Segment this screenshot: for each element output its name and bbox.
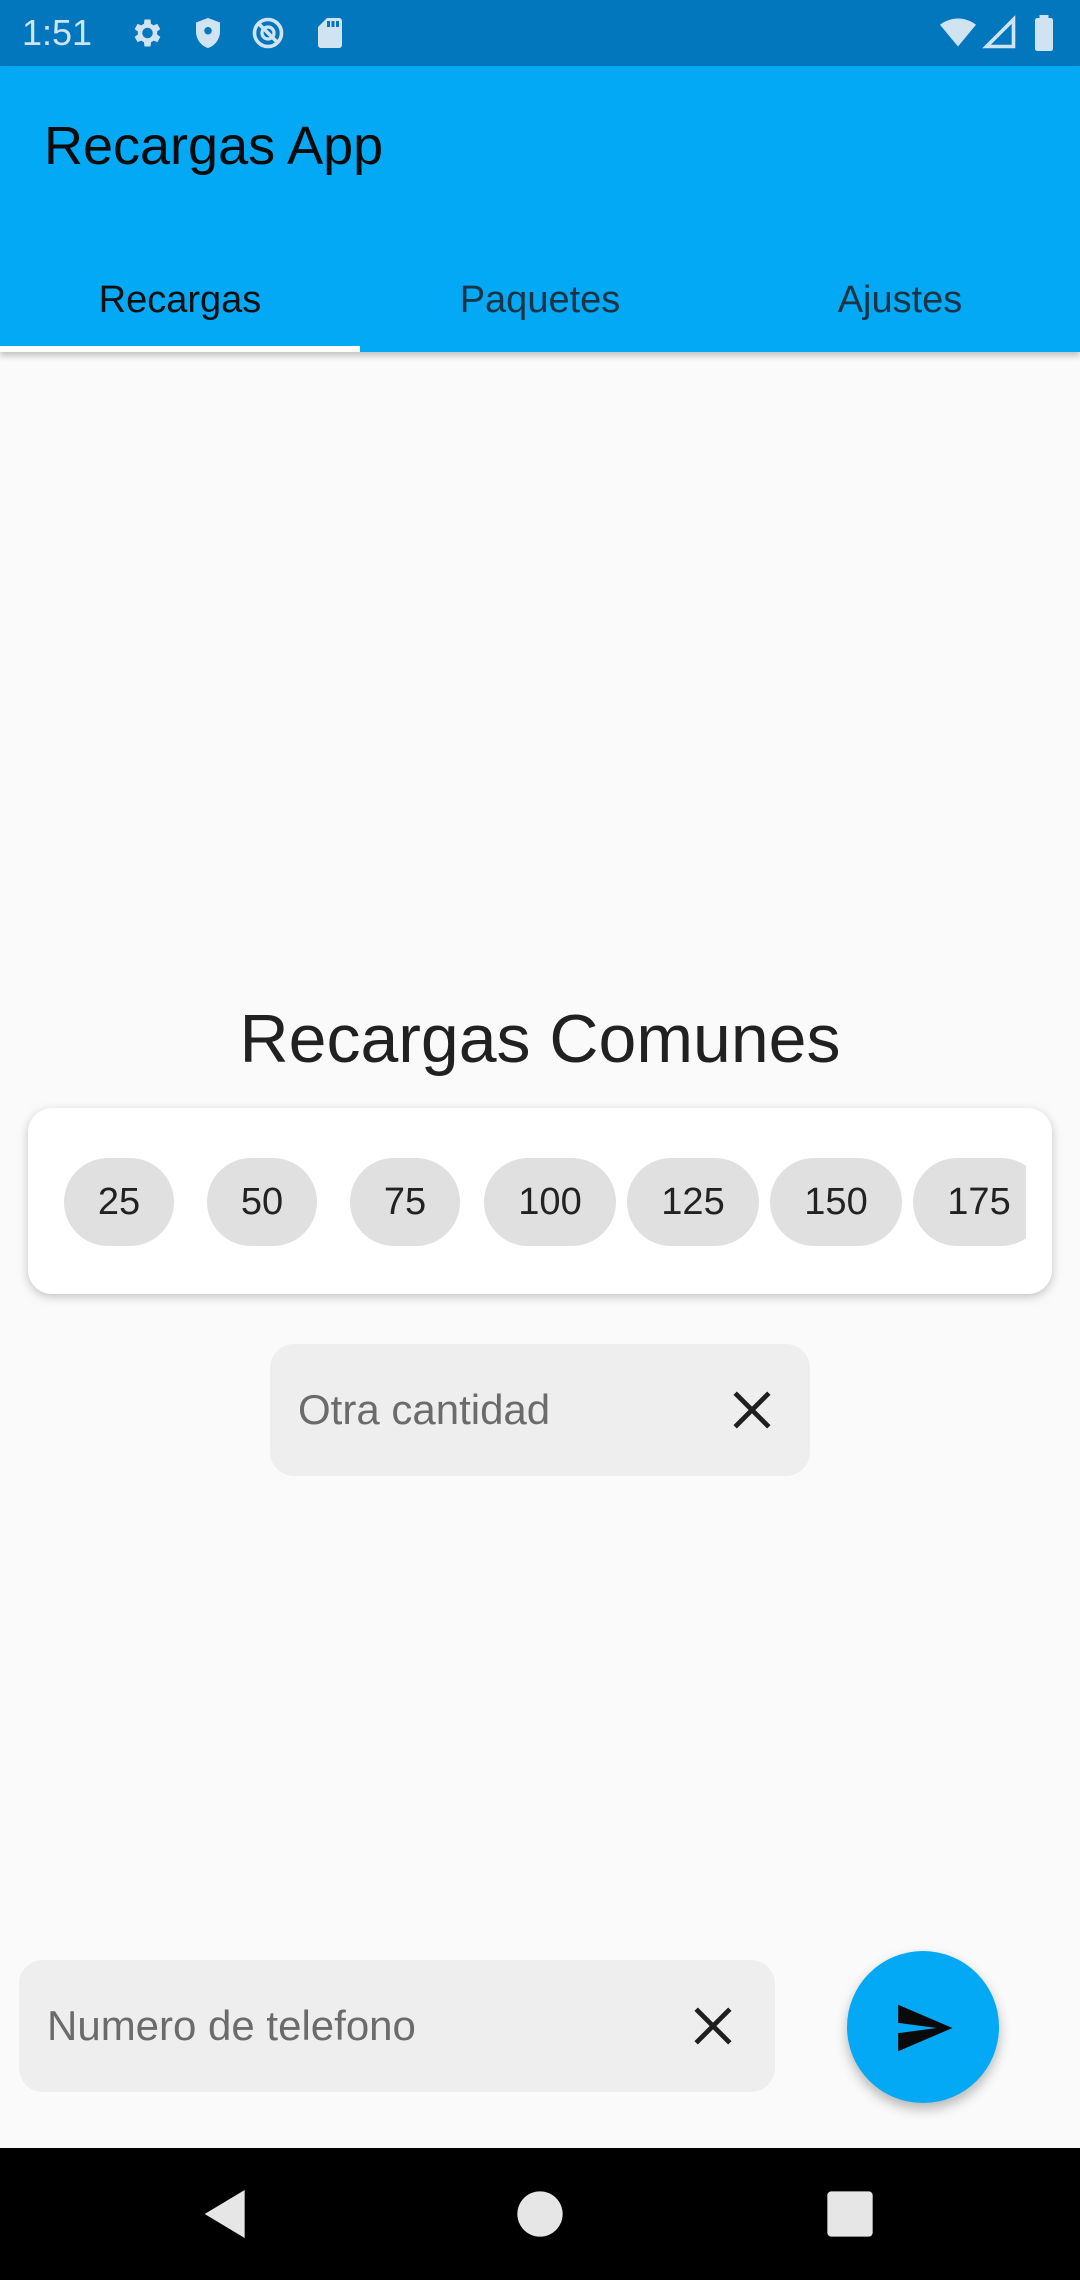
tab-label: Paquetes	[459, 279, 621, 321]
amount-chip[interactable]: 175	[913, 1158, 1026, 1246]
section-title: Recargas Comunes	[239, 1001, 841, 1077]
app-bar: Recargas App Recargas Paquetes Ajustes	[0, 66, 1080, 352]
close-icon[interactable]	[726, 1384, 778, 1436]
sd-card-icon	[312, 15, 348, 51]
tab-label: Recargas	[98, 279, 262, 321]
recents-icon[interactable]	[818, 2182, 882, 2246]
amount-chip[interactable]: 75	[350, 1158, 460, 1246]
tab-indicator	[0, 346, 360, 352]
tab-paquetes[interactable]: Paquetes	[360, 256, 720, 352]
other-amount-input[interactable]	[298, 1344, 718, 1476]
amount-chip[interactable]: 25	[64, 1158, 174, 1246]
wifi-icon	[938, 15, 978, 51]
phone-number-field	[19, 1960, 775, 2092]
send-icon	[898, 2004, 953, 2052]
status-time: 1:51	[22, 12, 93, 53]
settings-icon	[128, 15, 164, 51]
back-icon[interactable]	[194, 2182, 258, 2246]
tab-recargas[interactable]: Recargas	[0, 256, 360, 352]
no-sim-icon	[250, 15, 286, 51]
home-icon[interactable]	[508, 2182, 572, 2246]
close-icon[interactable]	[687, 2000, 739, 2052]
amount-chip[interactable]: 100	[484, 1158, 616, 1246]
other-amount-field	[270, 1344, 810, 1476]
phone-number-input[interactable]	[47, 1960, 687, 2092]
tab-ajustes[interactable]: Ajustes	[720, 256, 1080, 352]
amount-chip[interactable]: 150	[770, 1158, 902, 1246]
battery-icon	[1030, 15, 1058, 51]
amount-chip[interactable]: 125	[627, 1158, 759, 1246]
send-button[interactable]	[847, 1951, 999, 2103]
amount-chip[interactable]: 50	[207, 1158, 317, 1246]
signal-icon	[982, 15, 1018, 51]
amount-chip-list[interactable]: 25 50 75 100 125 150 175	[64, 1158, 1026, 1246]
app-title: Recargas App	[44, 116, 384, 176]
navigation-bar	[0, 2148, 1080, 2280]
amounts-card: 25 50 75 100 125 150 175	[28, 1108, 1052, 1294]
shield-icon	[190, 15, 226, 51]
status-bar: 1:51	[0, 0, 1080, 66]
tab-label: Ajustes	[837, 279, 963, 321]
